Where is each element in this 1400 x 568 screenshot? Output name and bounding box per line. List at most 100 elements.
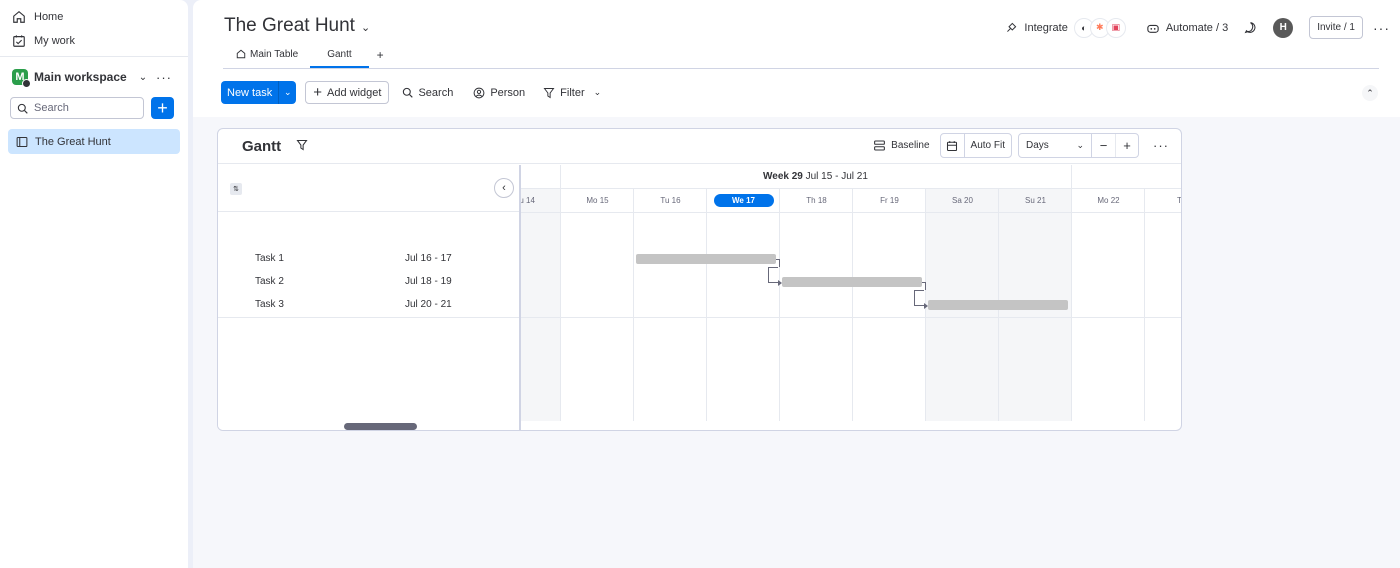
person-icon [473,87,485,98]
expand-collapse-icon[interactable]: ⇅ [230,183,242,195]
avatar[interactable]: H [1273,17,1294,38]
collapse-header-icon[interactable]: ⌃ [1362,85,1378,101]
nav-my-work[interactable]: My work [12,31,75,51]
board-icon [16,136,28,147]
dependency-line [776,259,780,267]
sidebar-board-label: The Great Hunt [35,135,111,148]
add-item-button[interactable]: + [151,97,174,119]
task-name: Task 1 [255,253,284,264]
board-title-text: The Great Hunt [224,15,355,36]
filter-icon[interactable] [296,139,308,151]
chevron-down-icon: ⌄ [138,71,148,83]
nav-home[interactable]: Home [12,7,63,27]
task-row[interactable]: Task 2 Jul 18 - 19 [255,276,495,290]
timeline-footer-divider [521,317,1181,318]
auto-fit-button[interactable]: Auto Fit [939,133,1012,158]
horizontal-scrollbar[interactable] [344,423,417,430]
automate-label: Automate / 3 [1165,21,1229,34]
workspace-name: Main workspace [34,70,127,84]
task-list-header-divider [218,211,519,212]
sidebar: Home My work M Main workspace ⌄ ··· Sear… [0,0,188,568]
app-icon-3: ▣ [1105,17,1126,38]
zoom-level-value: Days [1026,140,1049,151]
task-list-panel: ⇅ ‹ Task 1 Jul 16 - 17 Task 2 Jul 18 - 1… [218,165,521,430]
day-column: We 17 [706,189,779,421]
task-dates: Jul 18 - 19 [405,276,452,287]
task-name: Task 2 [255,276,284,287]
filter-icon [543,87,555,98]
task-bar[interactable] [636,254,776,264]
task-dates: Jul 20 - 21 [405,299,452,310]
filter-button[interactable]: Filter ⌄ [536,81,608,104]
chevron-down-icon[interactable]: ⌄ [279,87,296,98]
gantt-area: Gantt Baseline Auto Fit Days ⌄ − + ··· ⇅… [193,117,1400,568]
integrate-button[interactable]: Integrate ◐ ✱ ▣ [1005,17,1126,38]
day-label: Tu 16 [660,195,681,205]
task-bar[interactable] [782,277,922,287]
day-label: Sa 20 [952,195,973,205]
integrate-label: Integrate [1024,21,1068,34]
zoom-controls: Days ⌄ − + [1018,133,1139,158]
task-row[interactable]: Task 3 Jul 20 - 21 [255,299,495,313]
week-boundary [1071,165,1072,189]
task-list-footer-divider [218,317,519,318]
zoom-level-select[interactable]: Days ⌄ [1019,134,1092,157]
task-row[interactable]: Task 1 Jul 16 - 17 [255,253,495,267]
plus-icon: + [313,84,323,101]
timeline-week-divider [521,188,1181,189]
home-icon [13,11,25,23]
integrate-icon [1007,22,1017,32]
comment-icon[interactable] [1244,21,1257,34]
workspace-more-icon[interactable]: ··· [156,70,172,85]
zoom-in-button[interactable]: + [1115,134,1138,157]
add-widget-label: Add widget [327,86,382,99]
sidebar-divider [0,56,188,57]
new-task-button[interactable]: New task ⌄ [221,81,297,104]
baseline-button[interactable]: Baseline [869,139,933,152]
tab-main-table-label: Main Table [250,49,299,60]
day-label: Th 18 [806,195,827,205]
board-toolbar: New task ⌄ + Add widget Search Person Fi… [221,81,608,104]
tab-main-table[interactable]: Main Table [224,44,310,68]
sidebar-search-input[interactable]: Search [10,97,144,119]
add-view-button[interactable]: + [369,44,392,66]
sidebar-board-the-great-hunt[interactable]: The Great Hunt [8,129,180,154]
week-range: Jul 15 - Jul 21 [805,171,868,182]
tab-gantt[interactable]: Gantt [310,44,369,68]
day-column: Mo 15 [560,189,633,421]
zoom-out-button[interactable]: − [1092,134,1115,157]
search-button[interactable]: Search [395,81,460,104]
automate-button[interactable]: Automate / 3 [1146,22,1228,34]
collapse-panel-button[interactable]: ‹ [494,178,514,198]
day-label: We 17 [707,189,780,211]
add-widget-button[interactable]: + Add widget [305,81,390,104]
gantt-widget-header: Gantt Baseline Auto Fit Days ⌄ − + ··· [218,129,1181,164]
day-label: Fr 19 [880,195,899,205]
week-number: Week 29 [763,171,803,182]
gantt-timeline: Tu Mo 22 Su 21 Sa 20 Fr 19 Th 18 We 17 Tu 16 Mo … [487,165,1181,421]
dependency-line [768,282,778,283]
chevron-down-icon: ⌄ [1076,140,1084,150]
calendar-check-icon [13,35,25,47]
search-icon [403,87,414,98]
day-label: Su 21 [1025,195,1046,205]
task-name: Task 3 [255,299,284,310]
home-icon [236,49,246,59]
tabs-divider [223,68,1379,69]
more-options-icon[interactable]: ··· [1373,20,1390,36]
sidebar-search-placeholder: Search [34,102,69,114]
robot-icon [1147,24,1159,33]
dependency-line [914,305,924,306]
invite-button[interactable]: Invite / 1 [1309,16,1363,39]
gantt-controls: Baseline Auto Fit Days ⌄ − + ··· [869,133,1169,158]
board-title[interactable]: The Great Hunt ⌄ [224,15,370,37]
dependency-arrow [778,280,782,286]
more-options-icon[interactable]: ··· [1153,138,1169,153]
baseline-label: Baseline [891,140,930,151]
chevron-down-icon: ⌄ [360,22,371,34]
person-filter-button[interactable]: Person [466,81,532,104]
today-indicator: We 17 [713,193,774,207]
auto-fit-label: Auto Fit [970,140,1005,151]
workspace-selector[interactable]: M Main workspace ⌄ [12,67,148,88]
task-bar[interactable] [928,300,1068,310]
